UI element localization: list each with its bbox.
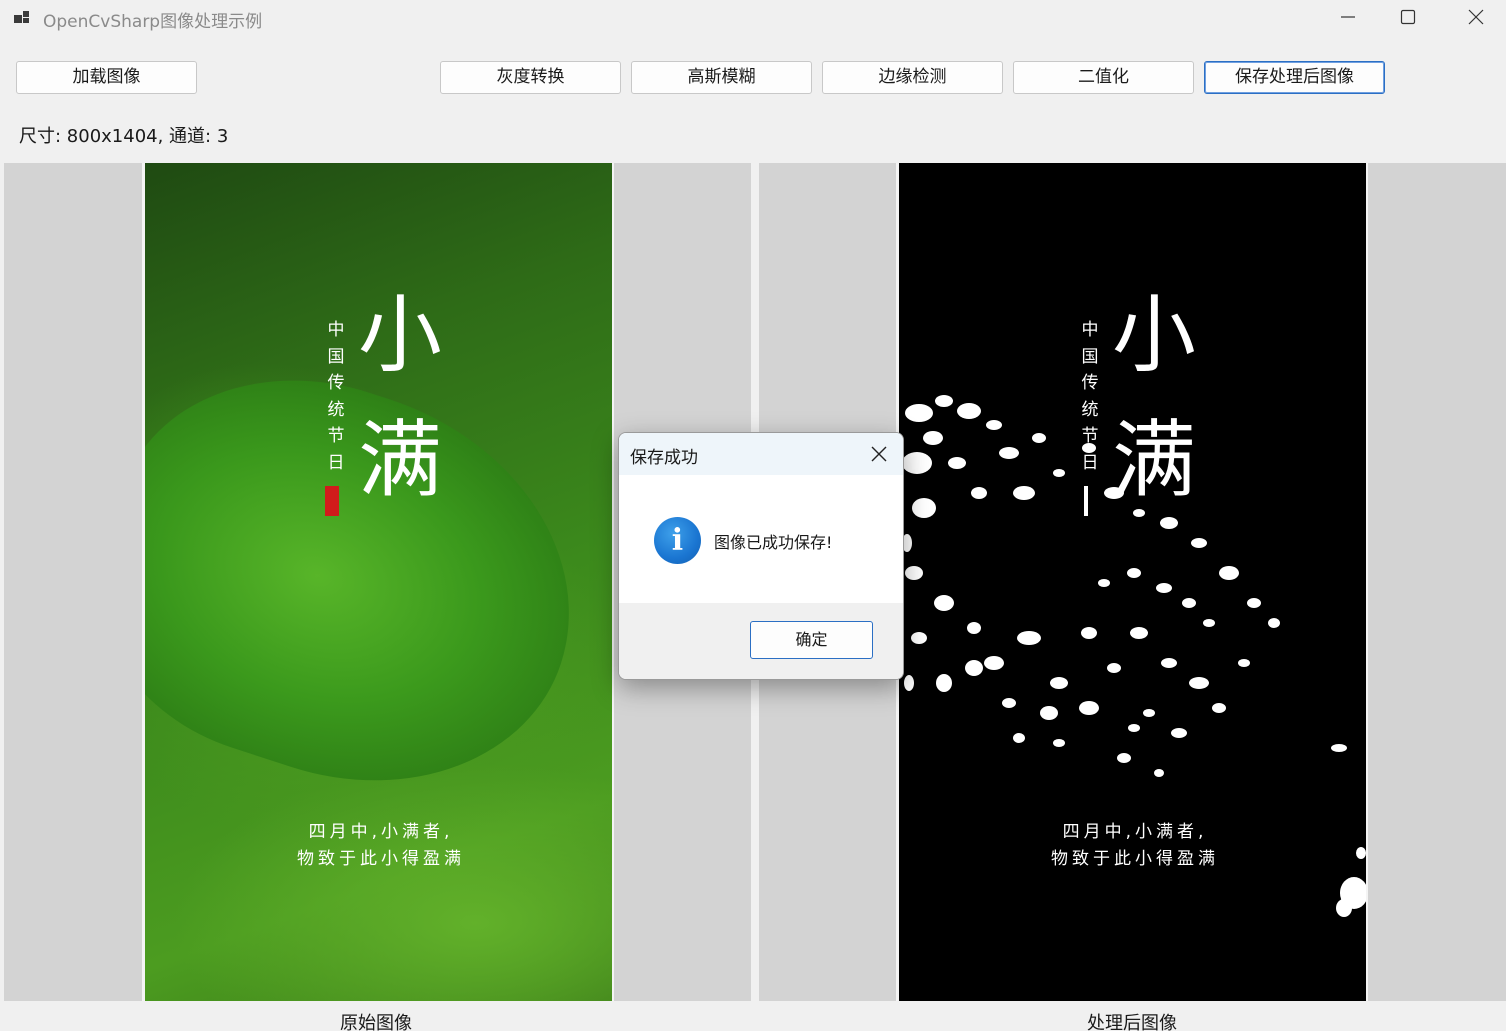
close-icon [1468, 9, 1484, 25]
poster-line-1: 四月中,小满者, [308, 822, 454, 842]
close-button[interactable] [1446, 0, 1506, 34]
minimize-button[interactable] [1318, 0, 1378, 34]
original-image: 小 满 中国传统节日 四月中,小满者, 物致于此小得盈满 [142, 163, 614, 1001]
poster-line-2: 物致于此小得盈满 [297, 849, 465, 869]
close-icon [871, 446, 887, 462]
image-info-label: 尺寸: 800x1404, 通道: 3 [19, 126, 229, 147]
poster-line-2: 物致于此小得盈满 [1051, 849, 1219, 869]
save-success-dialog: 保存成功 i 图像已成功保存! 确定 [618, 432, 904, 680]
poster-title-char-1: 小 [1112, 286, 1197, 384]
grayscale-button[interactable]: 灰度转换 [440, 61, 621, 94]
dialog-close-button[interactable] [859, 437, 899, 471]
processed-image-caption: 处理后图像 [1087, 1013, 1177, 1031]
binarize-button[interactable]: 二值化 [1013, 61, 1194, 94]
edge-detect-button[interactable]: 边缘检测 [822, 61, 1003, 94]
poster-title-char-2: 满 [358, 411, 443, 509]
maximize-icon [1400, 9, 1416, 25]
title-bar: OpenCvSharp图像处理示例 [0, 0, 1506, 36]
dialog-title-bar: 保存成功 [619, 433, 903, 475]
poster-vertical-text: 中国传统节日 [327, 320, 345, 473]
poster-line-1: 四月中,小满者, [1062, 822, 1208, 842]
dialog-message: 图像已成功保存! [714, 533, 833, 552]
seal-binary [1084, 486, 1088, 516]
processed-image: 小 满 中国传统节日 四月中,小满者, 物致于此小得盈满 [896, 163, 1368, 1001]
load-image-button[interactable]: 加载图像 [16, 61, 197, 94]
red-seal [325, 486, 339, 516]
window-title: OpenCvSharp图像处理示例 [43, 12, 263, 32]
app-icon [14, 11, 29, 23]
minimize-icon [1341, 16, 1355, 18]
dialog-title: 保存成功 [630, 448, 698, 468]
ok-button[interactable]: 确定 [750, 621, 873, 659]
gaussian-blur-button[interactable]: 高斯模糊 [631, 61, 812, 94]
poster-title-char-2: 满 [1112, 411, 1197, 509]
maximize-button[interactable] [1378, 0, 1438, 34]
info-icon: i [654, 517, 701, 564]
save-processed-button[interactable]: 保存处理后图像 [1204, 61, 1385, 94]
poster-title-char-1: 小 [358, 286, 443, 384]
poster-vertical-text: 中国传统节日 [1081, 320, 1099, 473]
original-image-caption: 原始图像 [340, 1013, 412, 1031]
